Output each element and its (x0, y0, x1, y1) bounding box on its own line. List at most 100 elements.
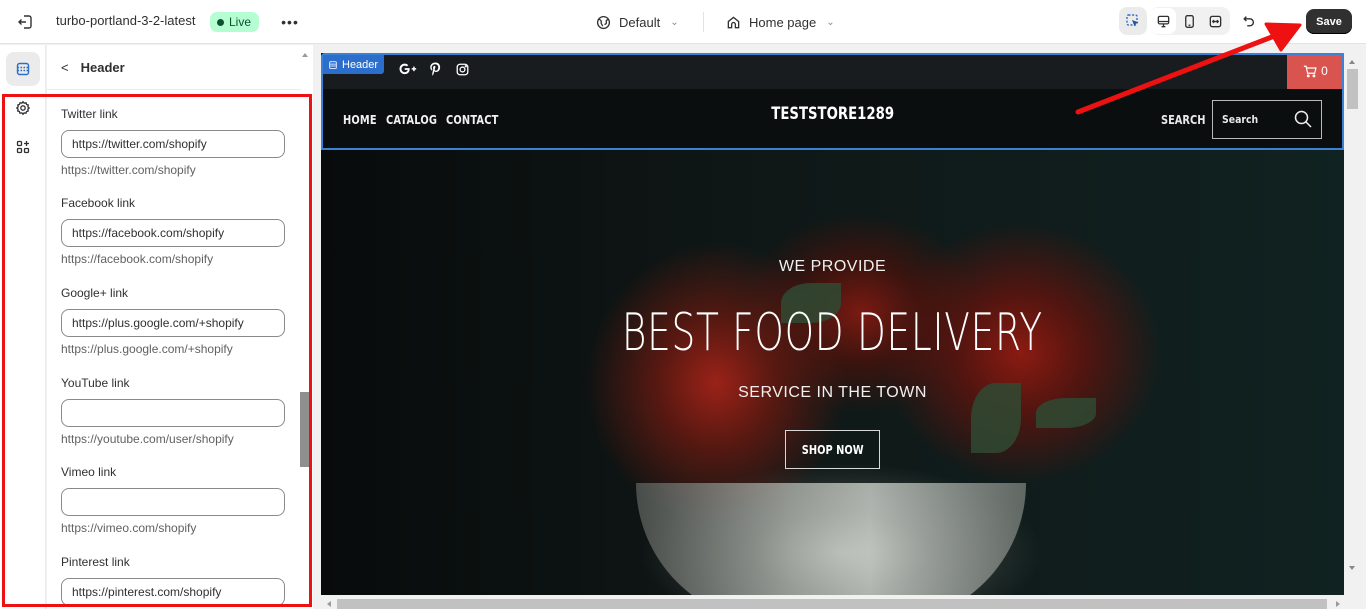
googleplus-link-field: Google+ link https://plus.google.com/+sh… (61, 286, 285, 356)
instagram-icon (456, 63, 468, 75)
store-name: turbo-portland-3-2-latest (56, 13, 196, 28)
sections-icon (329, 60, 337, 69)
hero-title: BEST FOOD DELIVERY (321, 303, 1344, 363)
googleplus-link-input[interactable]: https://plus.google.com/+shopify (61, 309, 285, 337)
preview-vertical-scrollbar-thumb[interactable] (1347, 69, 1358, 109)
page-dropdown[interactable]: Home page ⌄ (726, 11, 835, 33)
field-label: Google+ link (61, 286, 129, 300)
preview-horizontal-scrollbar[interactable] (321, 597, 1346, 609)
hero-title-text: BEST FOOD DELIVERY (621, 303, 1044, 363)
page-dropdown-label: Home page (749, 14, 817, 30)
shop-now-button[interactable]: SHOP NOW (785, 430, 880, 469)
theme-dropdown[interactable]: Default ⌄ (596, 11, 679, 33)
mobile-icon (1184, 14, 1194, 28)
viewport-toggle-group (1150, 7, 1230, 35)
search-label: SEARCH (1161, 113, 1206, 127)
mobile-view-button[interactable] (1176, 8, 1202, 34)
pinterest-link-input[interactable]: https://pinterest.com/shopify (61, 578, 285, 606)
section-tag-label: Header (342, 58, 379, 71)
hero-bowl-image (636, 483, 1026, 595)
instagram-link[interactable] (453, 60, 471, 78)
section-settings-panel: < Header Twitter link https://twitter.co… (47, 45, 313, 609)
preview-horizontal-scrollbar-thumb[interactable] (337, 599, 1327, 609)
live-status-label: Live (229, 15, 252, 29)
search-input[interactable]: Search (1212, 100, 1322, 139)
pinterest-icon (429, 62, 440, 76)
desktop-view-button[interactable] (1150, 8, 1176, 34)
header-main-bar: HOME CATALOG CONTACT TESTSTORE1289 SEARC… (321, 89, 1344, 149)
chevron-down-icon: ⌄ (826, 16, 835, 28)
field-label: Vimeo link (61, 465, 117, 479)
storefront-preview: Header 0 HOME CATALOG CONTACT TESTSTORE1… (321, 53, 1344, 595)
apps-icon (16, 140, 30, 154)
live-dot-icon (217, 18, 224, 26)
search-icon[interactable] (1293, 109, 1313, 129)
undo-button[interactable] (1238, 10, 1260, 32)
apps-button[interactable] (6, 130, 40, 164)
theme-dropdown-label: Default (619, 14, 661, 30)
fullscreen-icon (1209, 15, 1221, 27)
cart-icon (1304, 65, 1317, 77)
more-actions-button[interactable]: ••• (280, 12, 300, 32)
cart-button[interactable]: 0 (1287, 53, 1344, 89)
header-top-bar: Header 0 (321, 53, 1344, 89)
section-tag[interactable]: Header (322, 55, 385, 74)
field-label: Pinterest link (61, 555, 130, 569)
live-status-badge: Live (210, 12, 260, 32)
undo-icon (1243, 16, 1255, 27)
back-button[interactable]: < (61, 60, 69, 75)
google-plus-link[interactable] (399, 60, 417, 78)
chevron-down-icon: ⌄ (670, 16, 679, 28)
youtube-link-field: YouTube link https://youtube.com/user/sh… (61, 376, 285, 446)
globe-icon (596, 15, 611, 29)
fullscreen-button[interactable] (1202, 8, 1228, 34)
save-button[interactable]: Save (1306, 9, 1352, 34)
pinterest-link[interactable] (426, 60, 444, 78)
panel-title: Header (80, 59, 125, 75)
google-plus-icon (399, 63, 417, 75)
scroll-down-icon[interactable] (1349, 566, 1355, 570)
home-icon (727, 15, 740, 28)
field-label: YouTube link (61, 376, 130, 390)
scroll-right-icon[interactable] (1336, 601, 1340, 607)
pinterest-link-field: Pinterest link https://pinterest.com/sho… (61, 555, 285, 606)
search-placeholder: Search (1222, 113, 1259, 126)
twitter-link-field: Twitter link https://twitter.com/shopify… (61, 107, 285, 177)
shop-now-label: SHOP NOW (801, 442, 864, 457)
sections-icon (16, 62, 30, 76)
youtube-link-input[interactable] (61, 399, 285, 427)
preview-vertical-scrollbar[interactable] (1345, 53, 1360, 598)
gear-icon (15, 100, 31, 116)
field-label: Twitter link (61, 107, 118, 121)
editor-topbar: turbo-portland-3-2-latest Live ••• Defau… (0, 0, 1366, 44)
field-hint: https://facebook.com/shopify (61, 252, 214, 266)
facebook-link-input[interactable]: https://facebook.com/shopify (61, 219, 285, 247)
scroll-up-icon[interactable] (302, 53, 308, 57)
twitter-link-input[interactable]: https://twitter.com/shopify (61, 130, 285, 158)
field-hint: https://vimeo.com/shopify (61, 521, 197, 535)
field-hint: https://youtube.com/user/shopify (61, 432, 234, 446)
exit-button[interactable] (14, 11, 36, 33)
select-inspector-icon (1126, 14, 1139, 27)
desktop-icon (1157, 15, 1169, 27)
vimeo-link-input[interactable] (61, 488, 285, 516)
field-hint: https://plus.google.com/+shopify (61, 342, 233, 356)
inspector-toggle-button[interactable] (1119, 7, 1147, 35)
facebook-link-field: Facebook link https://facebook.com/shopi… (61, 196, 285, 266)
divider (703, 12, 704, 32)
exit-icon (18, 15, 32, 29)
hero-leaf-image (1036, 398, 1096, 428)
store-logo-text: TESTSTORE1289 (771, 104, 894, 124)
scroll-left-icon[interactable] (327, 601, 331, 607)
field-hint: https://twitter.com/shopify (61, 163, 196, 177)
panel-header: < Header (47, 45, 301, 90)
vimeo-link-field: Vimeo link https://vimeo.com/shopify (61, 465, 285, 535)
editor-sidebar-rail (0, 45, 46, 609)
panel-scrollbar-thumb[interactable] (300, 392, 309, 467)
hero-subtitle: SERVICE IN THE TOWN (738, 384, 927, 401)
panel-scrollbar[interactable] (299, 45, 311, 609)
sections-button[interactable] (6, 52, 40, 86)
theme-settings-button[interactable] (6, 91, 40, 125)
field-label: Facebook link (61, 196, 136, 210)
scroll-up-icon[interactable] (1349, 60, 1355, 64)
